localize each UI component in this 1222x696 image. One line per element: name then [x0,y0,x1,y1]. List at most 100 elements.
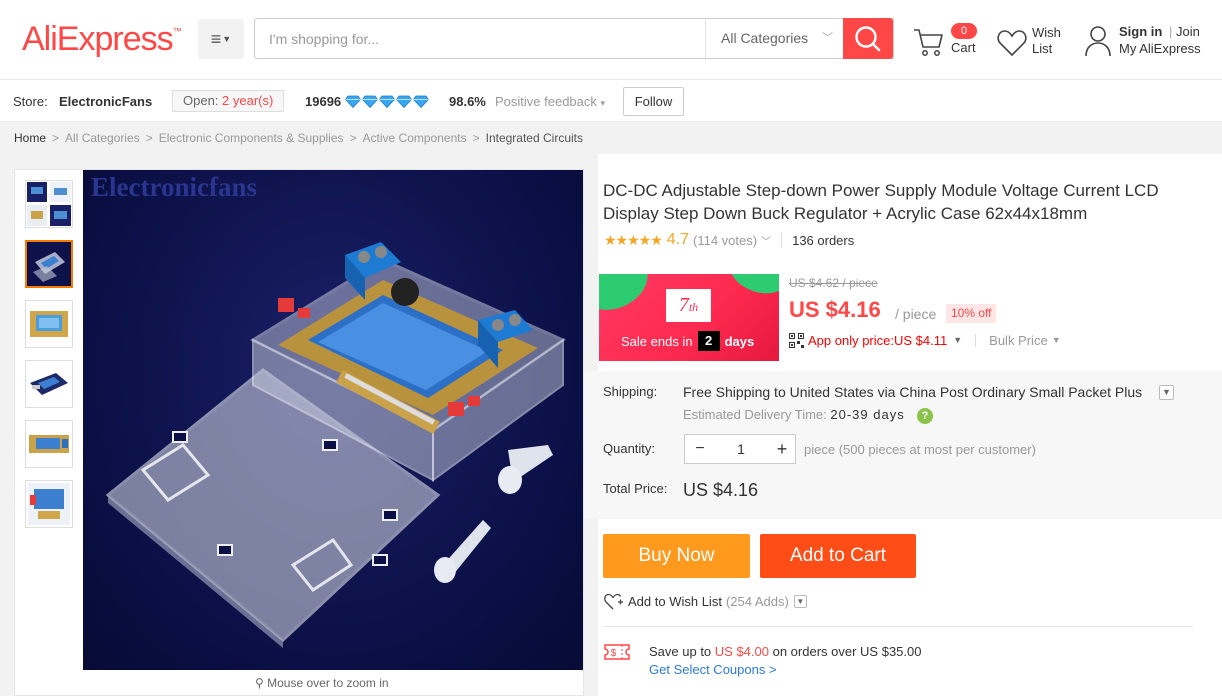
breadcrumb-integrated-circuits[interactable]: Integrated Circuits [486,131,583,145]
wish-label-line1: Wish [1032,25,1061,40]
bulk-price-dropdown[interactable]: Bulk Price [989,333,1048,348]
category-menu-button[interactable]: ≡ ▼ [198,19,244,59]
store-rank-diamonds[interactable] [345,95,429,109]
estimated-delivery-value: 20-39 days [830,407,905,422]
main-product-image[interactable]: Electronicfans [83,170,583,670]
product-photo [105,242,567,648]
thumbnail-5[interactable] [25,420,73,468]
quantity-decrease-button[interactable]: − [685,435,715,463]
caret-down-icon: ▼ [222,34,232,44]
shipping-destination: to United States via China Post Ordinary… [770,384,1143,400]
zoom-hint-text: Mouse over to zoom in [267,676,389,690]
divider [975,333,977,347]
store-bar: Store: ElectronicFans Open: 2 year(s) 19… [0,81,1222,122]
thumbnail-image [30,373,68,395]
sale-days-number: 2 [697,331,720,351]
account-area: Sign in | Join My AliExpress [1082,22,1222,62]
rating-row: ★★★★★ 4.7 (114 votes) ﹀ 136 orders [604,231,854,249]
breadcrumb-separator: > [349,131,357,145]
total-price-value: US $4.16 [683,480,759,500]
thumbnail-2[interactable] [25,240,73,288]
chevron-down-icon[interactable]: ▼ [793,594,807,608]
diamond-icon [379,95,395,108]
price-unit: / piece [895,306,937,322]
search-input[interactable]: I'm shopping for... [269,31,379,47]
thumbnail-1[interactable] [25,180,73,228]
help-icon[interactable]: ? [917,408,933,424]
cart-link[interactable]: 0 Cart [912,22,982,62]
search-button[interactable] [843,18,893,59]
my-aliexpress-link[interactable]: My AliExpress [1119,41,1201,56]
rating-stars: ★★★★★ [604,231,663,248]
rating-value: 4.7 [666,231,690,248]
estimated-delivery-label: Estimated Delivery Time: [683,407,827,422]
breadcrumb-separator: > [472,131,480,145]
search-category-label: All Categories [721,30,809,46]
product-title: DC-DC Adjustable Step-down Power Supply … [603,181,1159,223]
search-box: I'm shopping for... All Categories ﹀ [254,18,894,59]
app-price-row: App only price:US $4.11 ▼ Bulk Price ▼ [789,331,1061,349]
estimated-delivery: Estimated Delivery Time: 20-39 days [683,407,905,422]
thumbnail-4[interactable] [25,360,73,408]
breadcrumb-electronic-components[interactable]: Electronic Components & Supplies [159,131,344,145]
store-name-link[interactable]: ElectronicFans [59,94,152,109]
add-to-wish-list-label: Add to Wish List [628,593,722,609]
votes-link[interactable]: (114 votes) [693,233,757,248]
add-to-cart-button[interactable]: Add to Cart [760,534,916,578]
anniversary-suffix: th [688,300,699,314]
diamond-icon [396,95,412,108]
chevron-down-icon[interactable]: ﹀ [761,233,771,248]
sign-in-link[interactable]: Sign in [1119,24,1162,39]
thumbnail-image [27,182,71,226]
breadcrumb-separator: > [52,131,60,145]
shipping-method: Free Shipping to United States via China… [683,384,1142,400]
heart-plus-icon [604,593,623,609]
quantity-increase-button[interactable]: + [767,435,797,463]
free-shipping-text: Free Shipping [683,384,771,400]
promo-leaf-decoration [599,274,657,321]
caret-down-icon[interactable]: ▼ [953,335,962,345]
join-link[interactable]: Join [1176,24,1200,39]
discount-badge: 10% off [946,304,997,323]
sale-ends-label: Sale ends in [621,333,693,349]
quantity-label: Quantity: [603,441,656,456]
thumbnail-6[interactable] [25,480,73,528]
search-category-select[interactable]: All Categories ﹀ [705,19,845,58]
breadcrumb-active-components[interactable]: Active Components [363,131,467,145]
follow-button[interactable]: Follow [623,87,684,116]
add-to-wish-list[interactable]: Add to Wish List (254 Adds) ▼ [604,592,807,610]
feedback-label: Positive feedback [495,94,597,109]
diamond-icon [362,95,378,108]
wish-list-link[interactable]: Wish List [996,22,1076,62]
breadcrumb: Home > All Categories > Electronic Component… [0,122,1222,154]
thumbnail-3[interactable] [25,300,73,348]
quantity-input[interactable]: 1 [715,435,767,463]
cart-count-badge: 0 [951,23,977,39]
positive-rate: 98.6% [449,94,486,109]
breadcrumb-home[interactable]: Home [14,131,46,145]
shopping-cart-icon [914,29,943,56]
wish-list-count: (254 Adds) [725,593,789,609]
anniversary-badge: 7th [666,289,711,322]
promo-leaf-decoration [723,274,779,302]
sale-days-label: days [724,333,755,349]
user-icon [1085,26,1111,57]
quantity-stepper: − 1 + [684,434,796,464]
coupon-suffix: on orders over US $35.00 [772,644,922,659]
aliexpress-logo[interactable]: AliExpress™ [22,20,182,59]
coupon-prefix: Save up to [649,644,712,659]
shipping-options-dropdown[interactable]: ▼ [1159,385,1174,400]
sale-promo-banner[interactable]: 7th Sale ends in 2 days [599,274,779,361]
breadcrumb-all-categories[interactable]: All Categories [65,131,140,145]
svg-text:$: $ [611,648,617,659]
orders-count: 136 orders [792,232,855,248]
positive-feedback-dropdown[interactable]: Positive feedback ▾ [495,94,605,109]
sale-price: US $4.16 [789,297,881,322]
get-coupons-link[interactable]: Get Select Coupons > [649,662,777,677]
diamond-icon [345,95,361,108]
thumbnail-image [28,483,70,525]
caret-down-icon[interactable]: ▼ [1052,335,1061,345]
app-only-price[interactable]: App only price:US $4.11 [808,333,947,348]
original-price: US $4.62 / piece [789,276,878,290]
buy-now-button[interactable]: Buy Now [603,534,750,578]
